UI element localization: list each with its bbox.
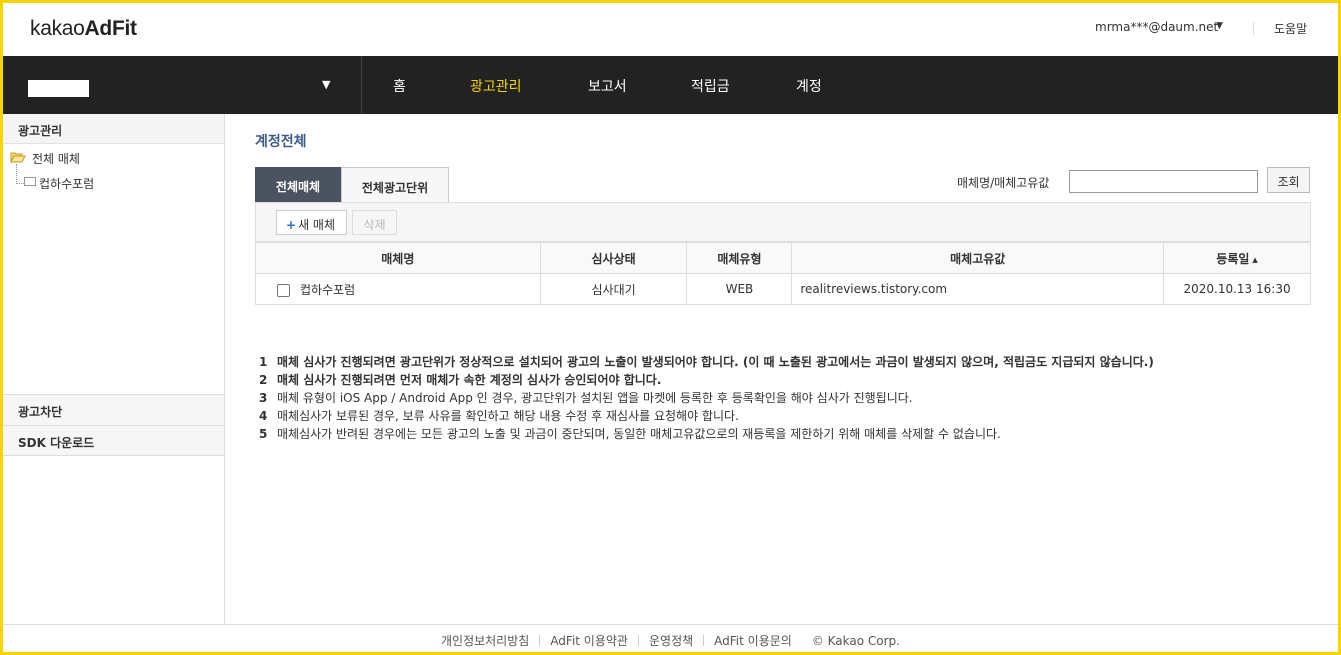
table-row: 컵하수포럼 심사대기 WEB realitreviews.tistory.com… <box>255 273 1311 305</box>
footer-link-terms[interactable]: AdFit 이용약관 <box>540 632 638 649</box>
user-email[interactable]: mrma***@daum.net <box>1095 20 1218 34</box>
sidebar: 광고관리 전체 매체 컵하수포럼 광고차단 SDK 다운로드 <box>3 114 225 624</box>
sort-ascending-icon: ▲ <box>1252 255 1258 264</box>
cell-media-type: WEB <box>686 273 793 305</box>
column-header-review-status[interactable]: 심사상태 <box>539 242 688 274</box>
nav-item-home[interactable]: 홈 <box>393 76 406 96</box>
top-header: kakaoAdFit mrma***@daum.net ▼ 도움말 <box>3 3 1338 56</box>
row-checkbox[interactable] <box>277 283 290 297</box>
table-header-row: 매체명 심사상태 매체유형 매체고유값 등록일 ▲ <box>255 242 1311 274</box>
sidebar-section-title[interactable]: 광고관리 <box>3 114 224 144</box>
cell-review-status: 심사대기 <box>539 273 688 305</box>
nav-item-reports[interactable]: 보고서 <box>588 76 627 96</box>
chevron-down-icon[interactable]: ▼ <box>1216 21 1223 31</box>
delete-button[interactable]: 삭제 <box>352 210 397 235</box>
tab-all-media[interactable]: 전체매체 <box>255 167 341 202</box>
footer-link-inquiry[interactable]: AdFit 이용문의 <box>704 632 802 649</box>
note-item: 5 매체심사가 반려된 경우에는 모든 광고의 노출 및 과금이 중단되며, 동일… <box>259 427 1001 441</box>
search-button[interactable]: 조회 <box>1267 167 1310 193</box>
copyright: © Kakao Corp. <box>811 634 900 648</box>
note-item: 1 매체 심사가 진행되려면 광고단위가 정상적으로 설치되어 광고의 노출이 발… <box>259 355 1154 369</box>
divider <box>1253 22 1254 35</box>
tree-item-all-media[interactable]: 전체 매체 <box>32 150 80 167</box>
nav-item-ad-management[interactable]: 광고관리 <box>470 76 522 96</box>
notes-list: 1 매체 심사가 진행되려면 광고단위가 정상적으로 설치되어 광고의 노출이 발… <box>259 353 1154 443</box>
search-input[interactable] <box>1069 170 1258 193</box>
main-nav: ▼ 홈 광고관리 보고서 적립금 계정 <box>3 56 1338 114</box>
search-label: 매체명/매체고유값 <box>957 176 1050 190</box>
column-header-media-type[interactable]: 매체유형 <box>686 242 793 274</box>
page-title: 계정전체 <box>255 134 307 150</box>
media-table: 매체명 심사상태 매체유형 매체고유값 등록일 ▲ 컵하수포럼 심사대기 WEB … <box>255 242 1311 305</box>
column-header-registered-date[interactable]: 등록일 ▲ <box>1163 242 1311 274</box>
cell-media-name: 컵하수포럼 <box>255 273 541 305</box>
note-item: 2 매체 심사가 진행되려면 먼저 매체가 속한 계정의 심사가 승인되어야 합니… <box>259 373 662 387</box>
help-link[interactable]: 도움말 <box>1274 20 1307 37</box>
footer: 개인정보처리방침 AdFit 이용약관 운영정책 AdFit 이용문의 © Kakao … <box>3 624 1338 652</box>
add-media-button[interactable]: + 새 매체 <box>276 210 347 235</box>
nav-item-account[interactable]: 계정 <box>796 76 822 96</box>
tree-item-media[interactable]: 컵하수포럼 <box>39 175 94 192</box>
tree-connector <box>16 164 24 184</box>
table-toolbar: + 새 매체 삭제 <box>255 202 1311 242</box>
footer-link-policy[interactable]: 운영정책 <box>639 632 703 649</box>
chevron-down-icon[interactable]: ▼ <box>322 78 330 91</box>
cell-registered-date: 2020.10.13 16:30 <box>1163 273 1311 305</box>
sidebar-item-sdk-download[interactable]: SDK 다운로드 <box>3 425 224 456</box>
sidebar-item-ad-block[interactable]: 광고차단 <box>3 394 224 425</box>
tab-all-ad-units[interactable]: 전체광고단위 <box>341 167 449 202</box>
account-name-box <box>28 80 89 97</box>
cell-media-id: realitreviews.tistory.com <box>791 273 1165 305</box>
folder-icon <box>24 177 36 186</box>
account-selector[interactable]: ▼ <box>3 56 362 114</box>
footer-link-privacy[interactable]: 개인정보처리방침 <box>431 632 539 649</box>
note-item: 3 매체 유형이 iOS App / Android App 인 경우, 광고단위… <box>259 391 913 405</box>
plus-icon: + <box>286 218 297 232</box>
column-header-media-id[interactable]: 매체고유값 <box>791 242 1165 274</box>
column-header-media-name[interactable]: 매체명 <box>255 242 541 274</box>
kakao-adfit-logo[interactable]: kakaoAdFit <box>30 17 137 41</box>
folder-open-icon <box>10 152 26 163</box>
note-item: 4 매체심사가 보류된 경우, 보류 사유를 확인하고 해당 내용 수정 후 재심… <box>259 409 739 423</box>
nav-item-earnings[interactable]: 적립금 <box>691 76 730 96</box>
